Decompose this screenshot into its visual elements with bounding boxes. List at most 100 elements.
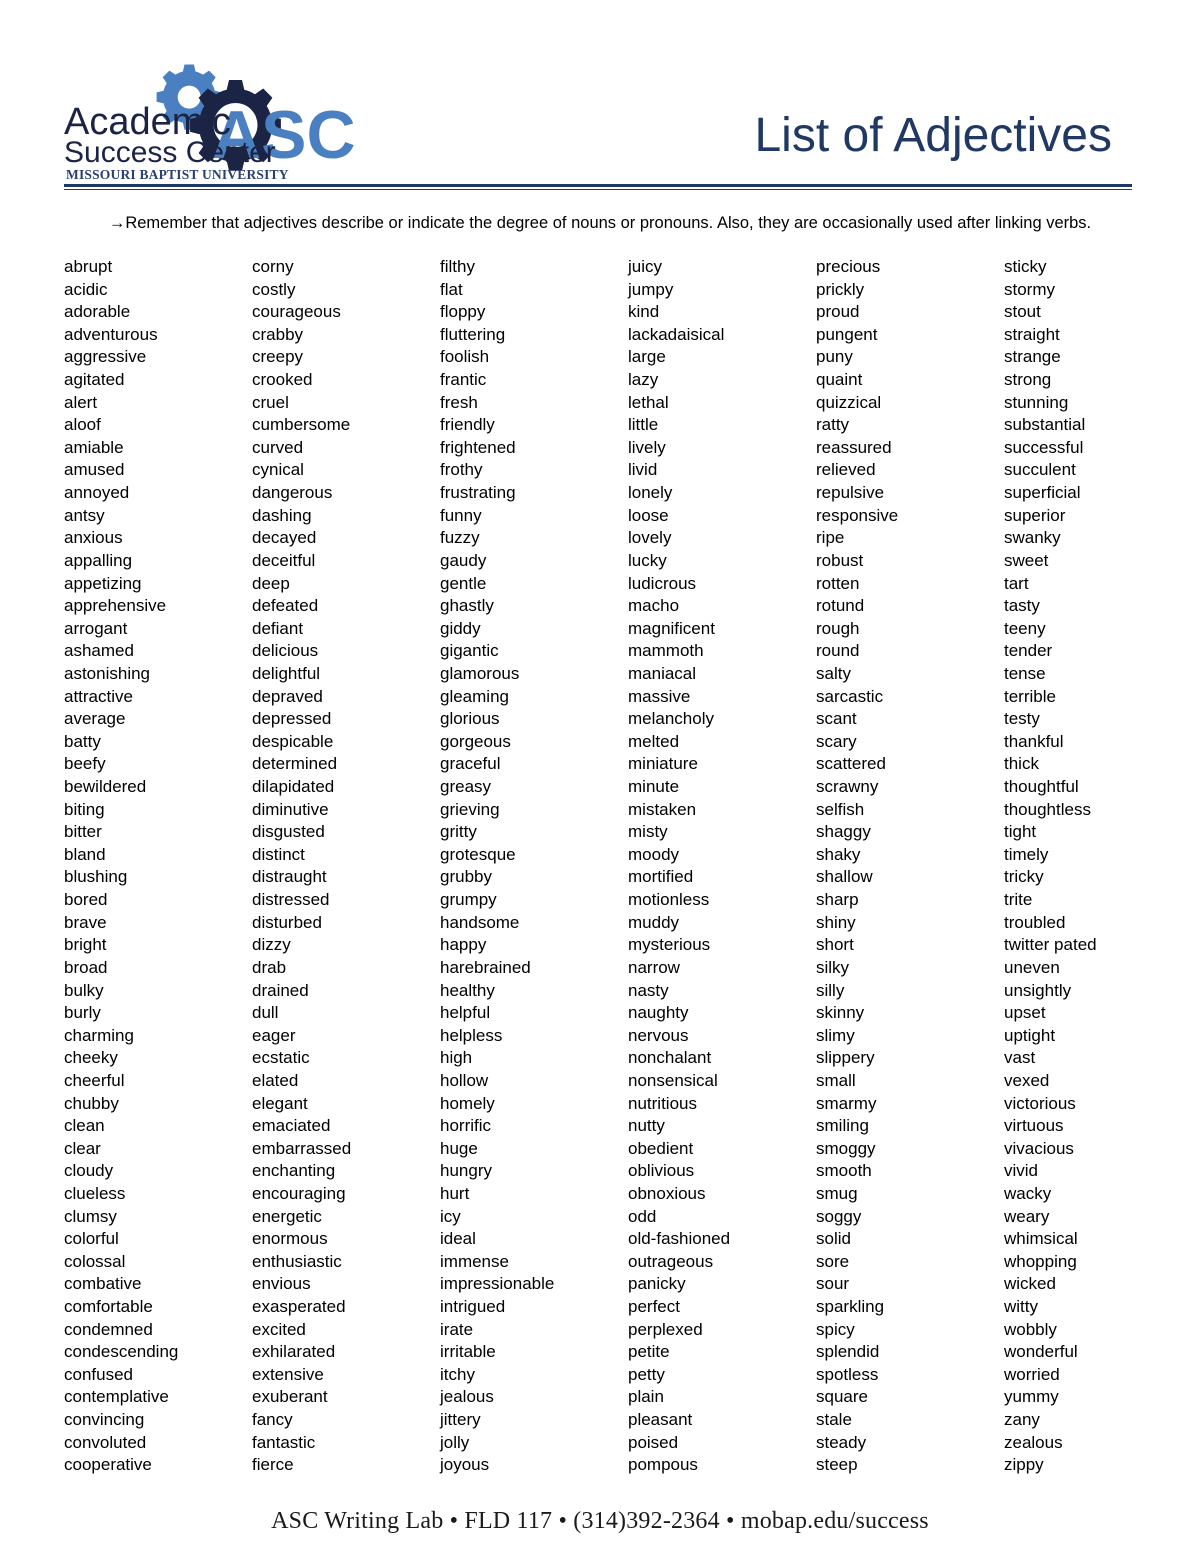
adjective-word: convincing [64,1410,145,1430]
adjective-word: bewildered [64,777,147,797]
adjective-word: upset [1004,1003,1046,1023]
adjective-column-2: corny costly courageous crabby creepy crooked… [252,256,440,1477]
adjective-word: pompous [628,1455,698,1475]
adjective-word: amiable [64,437,124,457]
adjective-word: flat [440,279,463,299]
adjective-word: healthy [440,980,495,1000]
adjective-word: odd [628,1206,657,1226]
adjective-word: swanky [1004,528,1061,548]
adjective-word: enormous [252,1229,328,1249]
adjective-word: intrigued [440,1297,506,1317]
adjective-word: frustrating [440,483,516,503]
adjective-word: tasty [1004,596,1040,616]
adjective-word: broad [64,957,108,977]
adjective-word: petty [628,1364,665,1384]
adjective-word: enchanting [252,1161,336,1181]
adjective-word: beefy [64,754,106,774]
adjective-word: dull [252,1003,279,1023]
adjective-word: ideal [440,1229,476,1249]
adjective-word: jealous [440,1387,494,1407]
adjective-word: immense [440,1251,509,1271]
adjective-word: disgusted [252,822,325,842]
adjective-word: stout [1004,302,1041,322]
adjective-word: distraught [252,867,327,887]
adjective-word: ripe [816,528,845,548]
adjective-word: frothy [440,460,483,480]
adjective-word: drab [252,957,287,977]
adjective-word: bitter [64,822,102,842]
adjective-word: superficial [1004,483,1081,503]
adjective-word: eager [252,1025,296,1045]
adjective-word: hollow [440,1070,489,1090]
adjective-word: impressionable [440,1274,555,1294]
adjective-word: substantial [1004,415,1086,435]
adjective-word: sour [816,1274,850,1294]
adjective-word: stormy [1004,279,1055,299]
adjective-word: alert [64,392,98,412]
adjective-word: mortified [628,867,694,887]
adjective-word: appetizing [64,573,142,593]
adjective-word: gaudy [440,550,487,570]
adjective-word: strong [1004,370,1052,390]
adjective-word: crooked [252,370,313,390]
adjective-word: wicked [1004,1274,1056,1294]
adjective-word: muddy [628,912,680,932]
adjective-word: sarcastic [816,686,884,706]
adjective-word: outrageous [628,1251,714,1271]
adjective-word: pleasant [628,1410,693,1430]
adjective-word: wobbly [1004,1319,1057,1339]
adjective-word: hurt [440,1183,470,1203]
adjective-word: panicky [628,1274,686,1294]
adjective-word: joyous [440,1455,490,1475]
adjective-word: shallow [816,867,873,887]
adjective-word: miniature [628,754,698,774]
adjective-word: old-fashioned [628,1229,731,1249]
adjective-word: huge [440,1138,478,1158]
adjective-word: batty [64,731,101,751]
adjective-word: bland [64,844,106,864]
adjective-word: lonely [628,483,673,503]
adjective-word: solid [816,1229,851,1249]
adjective-word: clean [64,1116,105,1136]
adjective-word: victorious [1004,1093,1076,1113]
adjective-word: frightened [440,437,516,457]
adjective-word: cruel [252,392,289,412]
adjective-word: chubby [64,1093,119,1113]
adjective-word: dizzy [252,935,291,955]
adjective-word: yummy [1004,1387,1059,1407]
adjective-word: melted [628,731,680,751]
adjective-word: robust [816,550,864,570]
adjective-word: irritable [440,1342,496,1362]
adjective-column-4: juicy jumpy kind lackadaisical large lazy leth… [628,256,816,1477]
adjective-word: slimy [816,1025,855,1045]
adjective-word: testy [1004,709,1040,729]
adjective-word: thoughtful [1004,777,1079,797]
adjective-word: mistaken [628,799,697,819]
adjective-word: frantic [440,370,487,390]
adjective-word: amused [64,460,125,480]
adjective-word: antsy [64,505,105,525]
adjective-word: sore [816,1251,850,1271]
adjective-word: bored [64,890,108,910]
adjective-word: square [816,1387,868,1407]
adjective-word: helpless [440,1025,503,1045]
adjective-word: short [816,935,854,955]
adjective-word: gentle [440,573,487,593]
adjective-word: floppy [440,302,486,322]
adjective-word: repulsive [816,483,885,503]
adjective-word: vivacious [1004,1138,1074,1158]
adjective-word: astonishing [64,663,151,683]
adjective-word: vast [1004,1048,1036,1068]
adjective-word: smarmy [816,1093,877,1113]
adjective-word: splendid [816,1342,880,1362]
adjective-word: adorable [64,302,131,322]
page-title: List of Adjectives [754,109,1112,162]
adjective-word: cooperative [64,1455,152,1475]
adjective-word: homely [440,1093,495,1113]
instruction-note: →Remember that adjectives describe or in… [108,214,1092,232]
adjective-word: poised [628,1432,679,1452]
adjective-word: appalling [64,550,133,570]
adjective-word: arrogant [64,618,128,638]
adjective-word: brave [64,912,107,932]
adjective-word: lively [628,437,666,457]
